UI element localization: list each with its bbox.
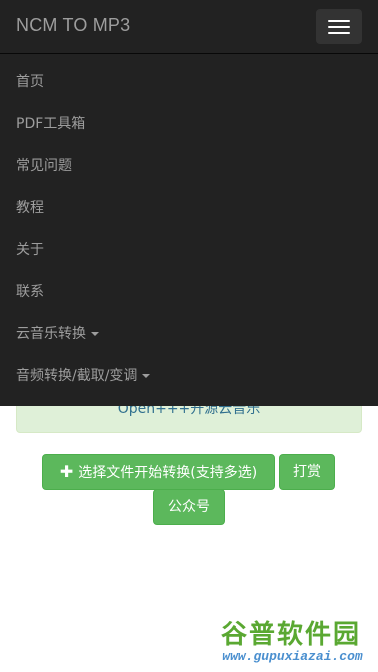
hamburger-menu-icon (328, 20, 350, 22)
hamburger-menu-icon (328, 32, 350, 34)
select-files-button[interactable]: ✚ 选择文件开始转换(支持多选) (42, 454, 275, 490)
menu-item-cloud-music-label: 云音乐转换 (16, 326, 86, 342)
navbar: NCM TO MP3 (0, 0, 378, 54)
menu-item-pdf-toolbox[interactable]: PDF工具箱 (16, 114, 85, 134)
menu-item-audio-convert-label: 音频转换/截取/变调 (16, 368, 138, 384)
wechat-account-button[interactable]: 公众号 (153, 489, 225, 525)
caret-down-icon (91, 332, 99, 336)
watermark: 谷普软件园 www.gupuxiazai.com (207, 612, 378, 672)
menu-item-tutorial[interactable]: 教程 (16, 198, 44, 218)
brand-title[interactable]: NCM TO MP3 (16, 15, 130, 36)
menu-toggle-button[interactable] (316, 9, 362, 44)
menu-item-home[interactable]: 首页 (16, 72, 44, 92)
hamburger-menu-icon (328, 26, 350, 28)
menu-item-cloud-music[interactable]: 云音乐转换 (16, 324, 99, 344)
menu-item-audio-convert[interactable]: 音频转换/截取/变调 (16, 366, 151, 386)
plus-icon: ✚ (59, 462, 74, 481)
tip-button[interactable]: 打赏 (279, 454, 335, 490)
menu-item-about[interactable]: 关于 (16, 240, 44, 260)
select-files-label: 选择文件开始转换(支持多选) (78, 465, 258, 481)
menu-item-contact[interactable]: 联系 (16, 282, 44, 302)
nav-menu: 首页 PDF工具箱 常见问题 教程 关于 联系 云音乐转换 音频转换/截取/变调 (0, 54, 378, 406)
watermark-url: www.gupuxiazai.com (222, 649, 363, 664)
menu-item-faq[interactable]: 常见问题 (16, 156, 72, 176)
caret-down-icon (142, 374, 151, 378)
watermark-logo: 谷普软件园 (220, 620, 361, 650)
